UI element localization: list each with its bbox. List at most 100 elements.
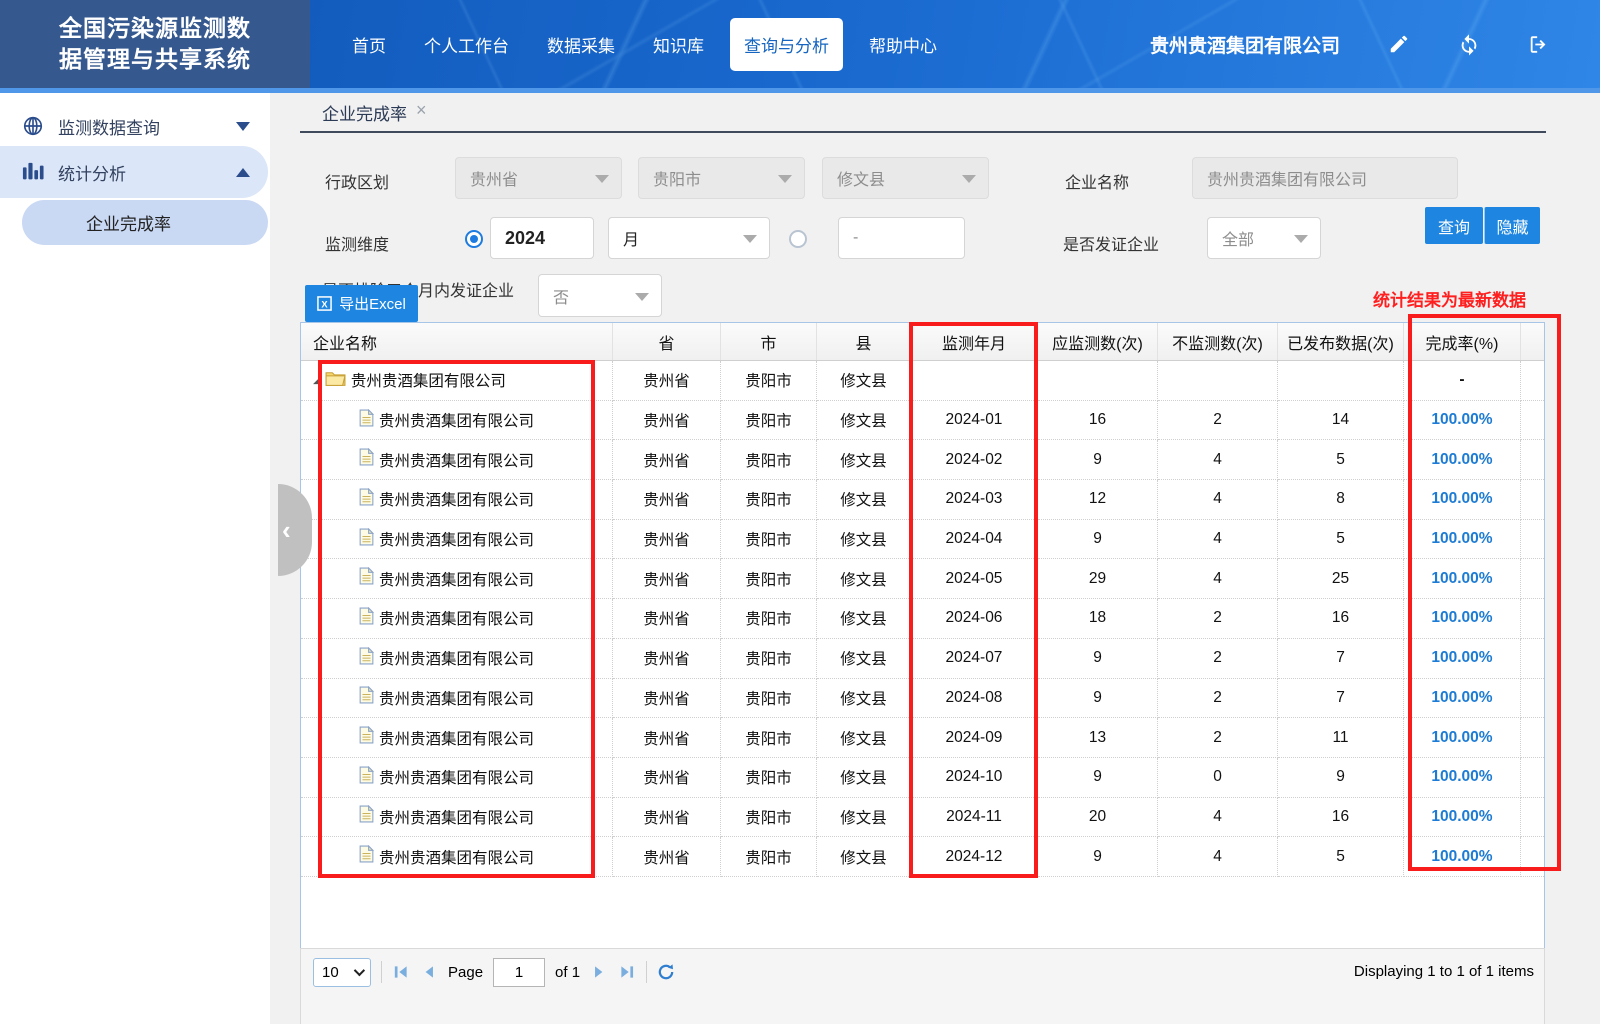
reload-icon[interactable] (657, 963, 675, 981)
certified-select[interactable]: 全部 (1207, 217, 1321, 259)
published-count-cell: 5 (1278, 520, 1404, 560)
enterprise-name-cell[interactable]: 贵州贵酒集团有限公司 (301, 798, 613, 838)
enterprise-name-cell[interactable]: ◢贵州贵酒集团有限公司 (301, 361, 613, 401)
certified-label: 是否发证企业 (1063, 231, 1159, 255)
province-value: 贵州省 (470, 166, 518, 190)
completion-rate-cell: 100.00% (1404, 837, 1521, 877)
enterprise-name-cell[interactable]: 贵州贵酒集团有限公司 (301, 401, 613, 441)
nav-item-workbench[interactable]: 个人工作台 (412, 22, 521, 67)
last-page-icon[interactable] (618, 963, 636, 981)
enterprise-name-cell[interactable]: 贵州贵酒集团有限公司 (301, 520, 613, 560)
row-spacer (1521, 679, 1544, 719)
annotation-note: 统计结果为最新数据 (1373, 286, 1526, 311)
enterprise-name-cell[interactable]: 贵州贵酒集团有限公司 (301, 837, 613, 877)
row-spacer (1521, 599, 1544, 639)
edit-pencil-icon[interactable] (1388, 33, 1410, 55)
col-header-enterprise[interactable]: 企业名称 (301, 323, 613, 360)
tree-expand-caret-icon[interactable]: ◢ (313, 375, 320, 386)
prev-page-icon[interactable] (420, 963, 438, 981)
document-icon (359, 766, 374, 789)
city-cell: 贵阳市 (721, 440, 817, 480)
tab-close-icon[interactable]: × (416, 100, 427, 121)
completion-rate-cell: 100.00% (1404, 679, 1521, 719)
col-header-rate[interactable]: 完成率(%) (1404, 323, 1521, 360)
refresh-icon[interactable] (1458, 33, 1480, 55)
exclude-select[interactable]: 否 (538, 274, 662, 317)
table-row-parent[interactable]: ◢贵州贵酒集团有限公司贵州省贵阳市修文县- (301, 361, 1544, 401)
enterprise-name-cell[interactable]: 贵州贵酒集团有限公司 (301, 599, 613, 639)
nav-item-home[interactable]: 首页 (340, 22, 398, 67)
hide-button[interactable]: 隐藏 (1484, 207, 1540, 244)
enterprise-name-cell[interactable]: 贵州贵酒集团有限公司 (301, 480, 613, 520)
table-row[interactable]: 贵州贵酒集团有限公司贵州省贵阳市修文县2024-02945100.00% (301, 440, 1544, 480)
sidebar-subitem-enterprise-completion-rate[interactable]: 企业完成率 (22, 200, 268, 245)
due-count-cell: 18 (1038, 599, 1158, 639)
range-value: - (853, 229, 858, 247)
page-size-select[interactable]: 10 (313, 958, 371, 987)
range-radio[interactable] (789, 230, 807, 248)
nav-item-help-center[interactable]: 帮助中心 (857, 22, 949, 67)
svg-text:X: X (322, 299, 329, 309)
enterprise-name-cell[interactable]: 贵州贵酒集团有限公司 (301, 758, 613, 798)
app-logo-title: 全国污染源监测数 据管理与共享系统 (0, 0, 310, 88)
col-header-not-monitored[interactable]: 不监测数(次) (1158, 323, 1278, 360)
completion-rate-cell: 100.00% (1404, 758, 1521, 798)
enterprise-name-cell[interactable]: 贵州贵酒集团有限公司 (301, 679, 613, 719)
table-row[interactable]: 贵州贵酒集团有限公司贵州省贵阳市修文县2024-04945100.00% (301, 520, 1544, 560)
certified-value: 全部 (1222, 226, 1254, 250)
table-row[interactable]: 贵州贵酒集团有限公司贵州省贵阳市修文县2024-0618216100.00% (301, 599, 1544, 639)
table-row[interactable]: 贵州贵酒集团有限公司贵州省贵阳市修文县2024-0529425100.00% (301, 559, 1544, 599)
table-row[interactable]: 贵州贵酒集团有限公司贵州省贵阳市修文县2024-1120416100.00% (301, 798, 1544, 838)
enterprise-name-cell[interactable]: 贵州贵酒集团有限公司 (301, 440, 613, 480)
sidebar-item-statistical-analysis[interactable]: 统计分析 (0, 146, 268, 198)
row-spacer (1521, 837, 1544, 877)
enterprise-name-cell[interactable]: 贵州贵酒集团有限公司 (301, 559, 613, 599)
table-row[interactable]: 贵州贵酒集团有限公司贵州省贵阳市修文县2024-12945100.00% (301, 837, 1544, 877)
table-row[interactable]: 贵州贵酒集团有限公司贵州省贵阳市修文县2024-08927100.00% (301, 679, 1544, 719)
query-button[interactable]: 查询 (1425, 207, 1483, 244)
year-month-radio[interactable] (465, 230, 483, 248)
city-cell: 贵阳市 (721, 559, 817, 599)
col-header-province[interactable]: 省 (613, 323, 721, 360)
page-number-input[interactable]: 1 (493, 958, 545, 987)
col-header-city[interactable]: 市 (721, 323, 817, 360)
sidebar-item-monitoring-data-query[interactable]: 监测数据查询 (0, 100, 268, 152)
nav-item-knowledge-base[interactable]: 知识库 (641, 22, 716, 67)
province-select[interactable]: 贵州省 (455, 157, 622, 199)
export-excel-button[interactable]: X 导出Excel (305, 285, 418, 322)
first-page-icon[interactable] (392, 963, 410, 981)
table-row[interactable]: 贵州贵酒集团有限公司贵州省贵阳市修文县2024-031248100.00% (301, 480, 1544, 520)
enterprise-name-cell[interactable]: 贵州贵酒集团有限公司 (301, 718, 613, 758)
year-input[interactable]: 2024 (490, 217, 594, 259)
period-select[interactable]: 月 (608, 217, 770, 259)
logout-icon[interactable] (1528, 33, 1550, 55)
row-spacer (1521, 520, 1544, 560)
enterprise-name-text: 贵州贵酒集团有限公司 (379, 568, 534, 590)
enterprise-name-input[interactable]: 贵州贵酒集团有限公司 (1192, 157, 1458, 199)
row-spacer (1521, 480, 1544, 520)
nav-item-query-analysis[interactable]: 查询与分析 (730, 18, 843, 71)
county-select[interactable]: 修文县 (822, 157, 989, 199)
displaying-summary: Displaying 1 to 1 of 1 items (1354, 963, 1534, 980)
table-row[interactable]: 贵州贵酒集团有限公司贵州省贵阳市修文县2024-07927100.00% (301, 639, 1544, 679)
city-select[interactable]: 贵阳市 (638, 157, 805, 199)
excel-icon: X (317, 296, 332, 311)
province-cell: 贵州省 (613, 401, 721, 441)
page-size-value: 10 (322, 964, 339, 981)
province-cell: 贵州省 (613, 599, 721, 639)
next-page-icon[interactable] (590, 963, 608, 981)
table-row[interactable]: 贵州贵酒集团有限公司贵州省贵阳市修文县2024-10909100.00% (301, 758, 1544, 798)
col-header-county[interactable]: 县 (817, 323, 911, 360)
enterprise-name-cell[interactable]: 贵州贵酒集团有限公司 (301, 639, 613, 679)
range-input[interactable]: - (838, 217, 965, 259)
nav-item-data-collection[interactable]: 数据采集 (535, 22, 627, 67)
table-row[interactable]: 贵州贵酒集团有限公司贵州省贵阳市修文县2024-0913211100.00% (301, 718, 1544, 758)
table-row[interactable]: 贵州贵酒集团有限公司贵州省贵阳市修文县2024-0116214100.00% (301, 401, 1544, 441)
col-header-published[interactable]: 已发布数据(次) (1278, 323, 1404, 360)
sidebar: 监测数据查询 统计分析 企业完成率 (0, 93, 270, 1024)
month-cell: 2024-04 (911, 520, 1038, 560)
col-header-due[interactable]: 应监测数(次) (1038, 323, 1158, 360)
tab-enterprise-completion-rate[interactable]: 企业完成率 (322, 100, 407, 125)
not-monitored-count-cell: 4 (1158, 798, 1278, 838)
col-header-month[interactable]: 监测年月 (911, 323, 1038, 360)
